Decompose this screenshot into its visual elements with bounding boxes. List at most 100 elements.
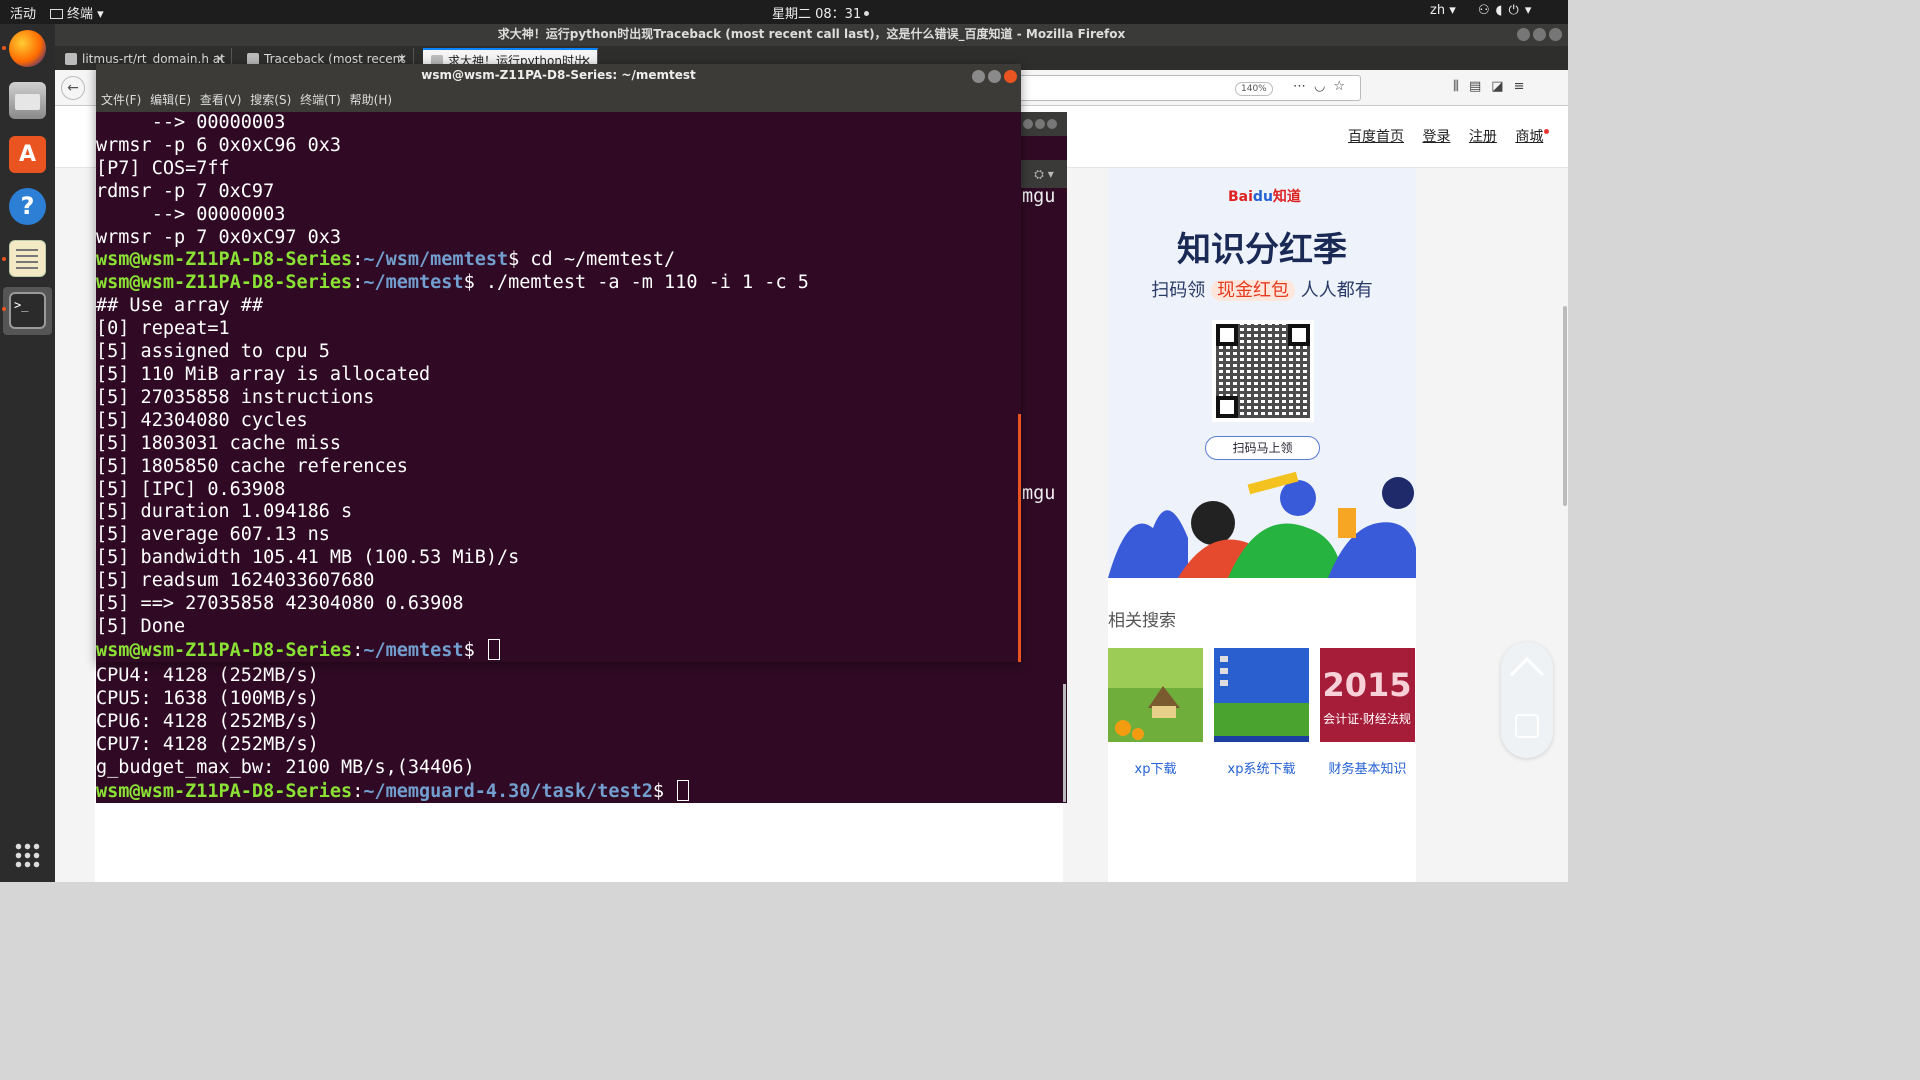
- hamburger-menu-icon[interactable]: ≡: [1514, 79, 1535, 94]
- prompt-path: ~/wsm/memtest: [363, 249, 509, 271]
- back-arrow-icon[interactable]: ←: [61, 76, 85, 100]
- terminal-profile-icon[interactable]: ⛭: [1034, 167, 1044, 181]
- zoom-indicator[interactable]: 140%: [1235, 82, 1273, 96]
- prompt-path: ~/memtest: [363, 272, 464, 294]
- terminal-text-fragment: mgu: [1022, 186, 1056, 207]
- maximize-icon[interactable]: [1533, 28, 1546, 41]
- feedback-list-icon[interactable]: [1515, 714, 1539, 738]
- prompt-line: wsm@wsm-Z11PA-D8-Series:~/memtest$: [96, 638, 1021, 662]
- close-icon[interactable]: [1047, 119, 1057, 129]
- app-menu[interactable]: 终端 ▾: [50, 3, 104, 22]
- prompt-user: wsm@wsm-Z11PA-D8-Series: [96, 272, 353, 294]
- back-to-top-icon[interactable]: [1510, 657, 1544, 691]
- text-cursor: [487, 638, 500, 660]
- system-menu[interactable]: ⚇◖⏻▾: [1478, 3, 1537, 18]
- sidebar-icon[interactable]: ▤: [1469, 79, 1491, 94]
- thumbnail-year-text: 2015: [1322, 666, 1411, 704]
- related-search-item[interactable]: 2015 会计证·财经法规 财务基本知识: [1320, 648, 1415, 777]
- promo-banner[interactable]: Baidu知道 知识分红季 扫码领 现金红包 人人都有 扫码马上领: [1108, 168, 1416, 578]
- menu-file[interactable]: 文件(F): [101, 88, 141, 112]
- menu-view[interactable]: 查看(V): [200, 88, 242, 112]
- menu-search[interactable]: 搜索(S): [250, 88, 291, 112]
- files-icon[interactable]: [9, 82, 46, 119]
- menu-edit[interactable]: 编辑(E): [150, 88, 191, 112]
- scan-claim-button[interactable]: 扫码马上领: [1205, 436, 1320, 460]
- logo-text-red: Bai: [1228, 189, 1253, 205]
- related-search-heading: 相关搜索: [1108, 611, 1176, 631]
- nav-link-login[interactable]: 登录: [1422, 129, 1450, 145]
- prompt-separator: :: [352, 639, 364, 661]
- activities-button[interactable]: 活动: [10, 3, 36, 22]
- nav-link-home[interactable]: 百度首页: [1348, 129, 1404, 145]
- related-thumbnail: [1214, 648, 1309, 742]
- bookmark-star-icon[interactable]: ☆: [1333, 79, 1353, 94]
- right-sidebar: Baidu知道 知识分红季 扫码领 现金红包 人人都有 扫码马上领 相关搜索 x…: [1108, 168, 1416, 882]
- clock[interactable]: 星期二 08：31: [772, 3, 870, 22]
- terminal-icon[interactable]: >_: [9, 292, 46, 329]
- terminal-line: [5] bandwidth 105.41 MB (100.53 MiB)/s: [96, 547, 520, 569]
- baidu-nav: 百度首页 登录 注册 商城: [1348, 126, 1557, 146]
- close-icon[interactable]: [1549, 28, 1562, 41]
- prompt-command: $: [652, 780, 676, 802]
- page-scrollbar[interactable]: [1563, 306, 1567, 506]
- terminal-line: wrmsr -p 6 0x0xC96 0x3: [96, 134, 342, 156]
- prompt-line: wsm@wsm-Z11PA-D8-Series:~/memguard-4.30/…: [96, 779, 1067, 803]
- help-icon[interactable]: ?: [9, 188, 46, 225]
- logo-text-blue: du: [1252, 189, 1273, 205]
- network-icon: ⚇: [1478, 3, 1496, 18]
- related-search-label: xp下载: [1134, 762, 1177, 777]
- library-icon[interactable]: ⫼: [1453, 79, 1469, 94]
- more-icon[interactable]: ⋯: [1293, 79, 1314, 94]
- terminal-line: wrmsr -p 7 0x0xC97 0x3: [96, 226, 342, 248]
- translate-icon[interactable]: ◪: [1491, 79, 1513, 94]
- terminal-output[interactable]: --> 00000003 wrmsr -p 6 0x0xC96 0x3 [P7] C…: [96, 112, 1021, 662]
- maximize-icon[interactable]: [1035, 119, 1045, 129]
- pocket-icon[interactable]: ◡: [1314, 79, 1333, 94]
- menu-help[interactable]: 帮助(H): [350, 88, 392, 112]
- running-indicator: [2, 257, 6, 261]
- maximize-icon[interactable]: [988, 70, 1001, 83]
- terminal-line: [5] duration 1.094186 s: [96, 501, 353, 523]
- related-search-item[interactable]: xp系统下载: [1214, 648, 1309, 777]
- minimize-icon[interactable]: [1517, 28, 1530, 41]
- terminal-scrollbar[interactable]: [1063, 684, 1066, 802]
- floating-controls: [1501, 642, 1553, 758]
- prompt-separator: :: [352, 249, 364, 271]
- text-editor-icon[interactable]: [9, 240, 46, 277]
- nav-link-mall[interactable]: 商城: [1515, 129, 1550, 145]
- software-store-icon[interactable]: A: [9, 136, 46, 173]
- baidu-zhidao-logo: Baidu知道: [1228, 186, 1301, 206]
- menu-terminal[interactable]: 终端(T): [300, 88, 341, 112]
- terminal-line: CPU6: 4128 (252MB/s): [96, 710, 319, 732]
- related-search-item[interactable]: xp下载: [1108, 648, 1203, 777]
- app-menu-label: 终端: [67, 7, 94, 22]
- terminal-line: CPU4: 4128 (252MB/s): [96, 665, 319, 686]
- promo-illustration: [1108, 471, 1416, 578]
- related-search-label: xp系统下载: [1227, 762, 1296, 777]
- firefox-icon[interactable]: [9, 30, 46, 67]
- qr-code-icon: [1212, 320, 1314, 422]
- running-indicator: [2, 307, 6, 311]
- terminal-line: [0] repeat=1: [96, 318, 230, 340]
- terminal-menubar: 文件(F) 编辑(E) 查看(V) 搜索(S) 终端(T) 帮助(H): [96, 88, 1021, 112]
- terminal-line: ## Use array ##: [96, 295, 264, 317]
- input-language-menu[interactable]: zh ▾: [1430, 3, 1456, 18]
- show-apps-icon[interactable]: [14, 842, 40, 868]
- minimize-icon[interactable]: [1023, 119, 1033, 129]
- dock: A ? >_: [0, 24, 55, 882]
- window-title: wsm@wsm-Z11PA-D8-Series: ~/memtest: [421, 68, 696, 82]
- terminal-line: [5] 1805850 cache references: [96, 455, 408, 477]
- nav-link-register[interactable]: 注册: [1469, 129, 1497, 145]
- terminal-line: [5] [IPC] 0.63908: [96, 478, 286, 500]
- gnome-top-bar: 活动 终端 ▾ 星期二 08：31 zh ▾ ⚇◖⏻▾: [0, 0, 1568, 24]
- window-titlebar[interactable]: wsm@wsm-Z11PA-D8-Series: ~/memtest: [96, 64, 1021, 88]
- terminal-window-front[interactable]: wsm@wsm-Z11PA-D8-Series: ~/memtest 文件(F)…: [96, 64, 1021, 662]
- window-titlebar[interactable]: 求大神！运行python时出现Traceback (most recent ca…: [55, 24, 1568, 46]
- terminal-output[interactable]: CPU4: 4128 (252MB/s) CPU5: 1638 (100MB/s)…: [96, 665, 1067, 802]
- page-actions: ⋯◡☆: [1293, 79, 1353, 94]
- terminal-icon: [50, 9, 63, 19]
- running-indicator: [2, 46, 6, 50]
- terminal-scrollbar[interactable]: [1018, 414, 1021, 662]
- close-icon[interactable]: [1004, 70, 1017, 83]
- minimize-icon[interactable]: [972, 70, 985, 83]
